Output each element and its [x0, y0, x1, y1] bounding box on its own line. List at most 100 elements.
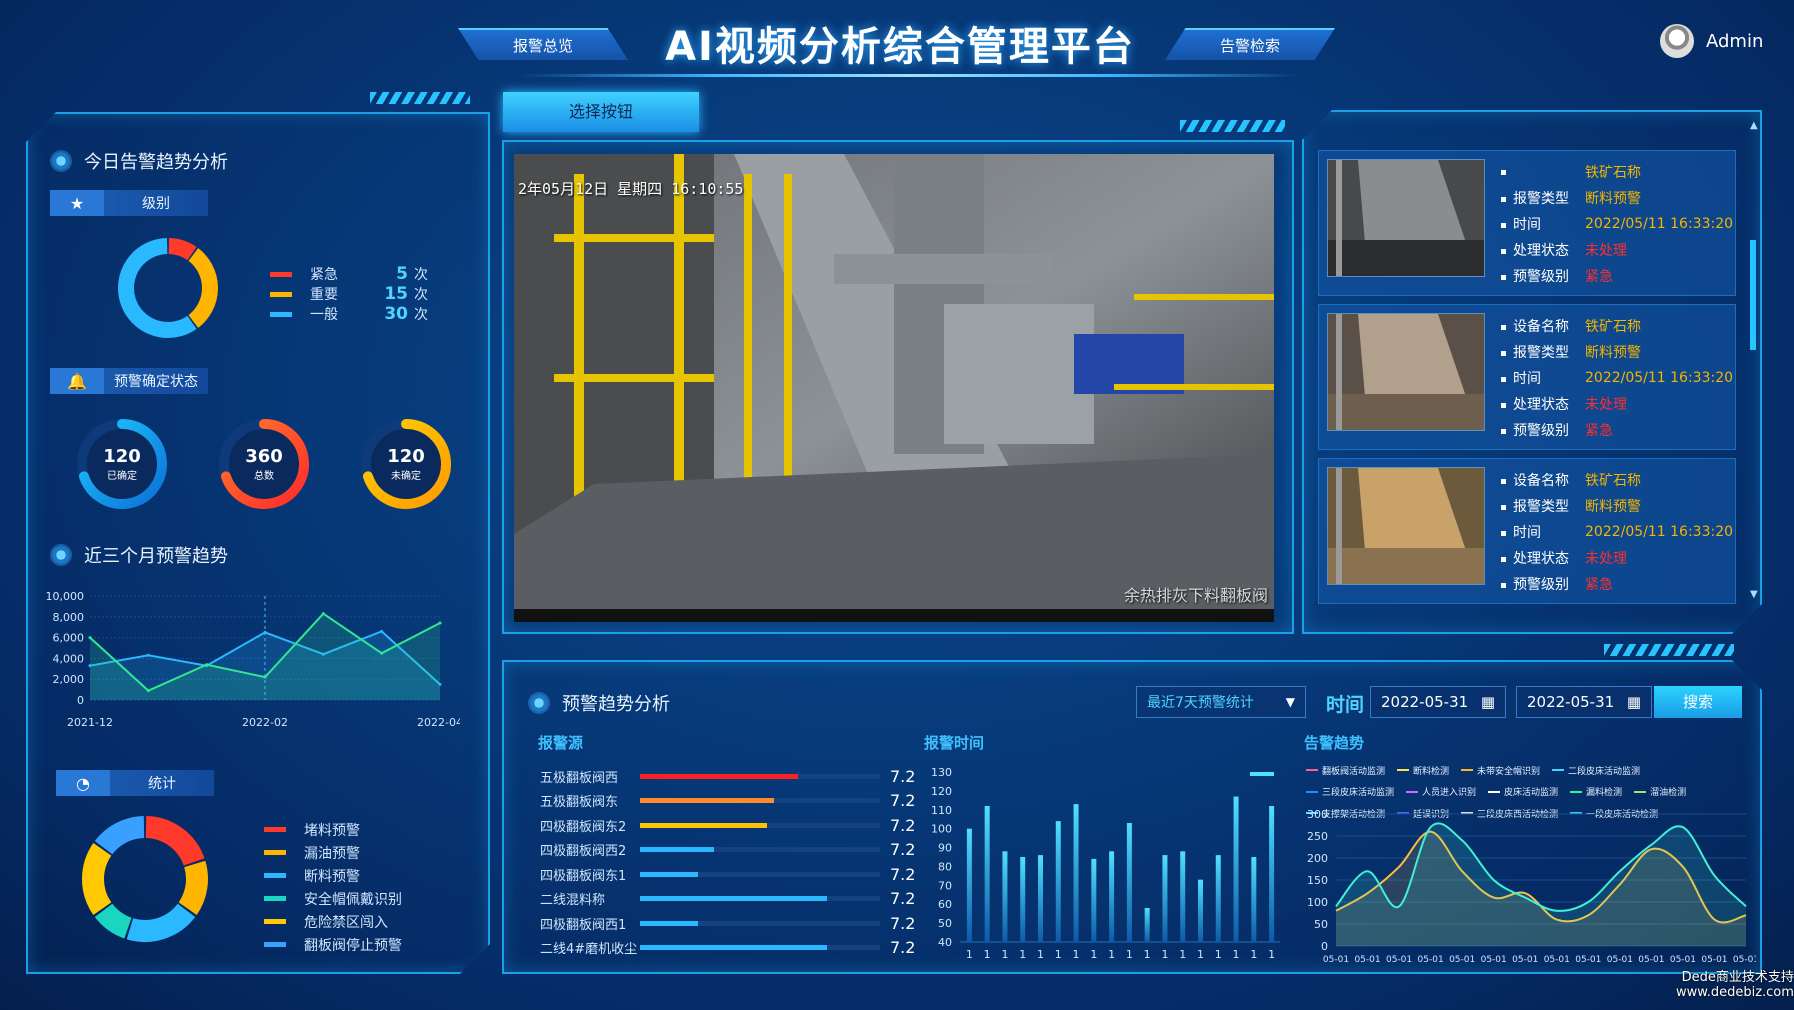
trend-legend-item[interactable]: 皮床活动监测	[1488, 784, 1558, 799]
x-tick-label: 05-01	[1323, 955, 1349, 965]
user-menu[interactable]: Admin	[1660, 24, 1763, 58]
y-tick-label: 2,000	[53, 673, 85, 686]
scroll-indicator	[1250, 772, 1274, 776]
x-tick-label: 05-01	[1733, 955, 1756, 965]
trend-legend-item[interactable]: 未带安全帽识别	[1461, 763, 1540, 778]
y-tick-label: 130	[931, 766, 952, 779]
x-tick-label: 1	[1215, 948, 1222, 961]
date-from-input[interactable]: 2022-05-31 ▦	[1370, 686, 1506, 718]
alarm-card[interactable]: 设备名称 铁矿石称 报警类型 断料预警 时间 2022/05/11 16:33:20 处理状…	[1318, 304, 1736, 450]
x-tick-label: 1	[1250, 948, 1257, 961]
y-tick-label: 150	[1307, 874, 1328, 887]
decor-stripe	[370, 92, 470, 104]
source-bar-track	[640, 945, 880, 950]
alarm-field-key: 设备名称	[1501, 316, 1585, 336]
source-bar-track	[640, 871, 880, 877]
alarm-field: 时间 2022/05/11 16:33:20	[1501, 365, 1733, 391]
y-tick-label: 70	[938, 879, 952, 892]
alarm-field-value: 2022/05/11 16:33:20	[1585, 216, 1734, 232]
legend-swatch	[264, 942, 286, 947]
stats-donut-slice	[82, 843, 112, 915]
source-bar-fill	[640, 896, 828, 901]
range-select[interactable]: 最近7天预警统计 ▼	[1136, 686, 1306, 718]
bar	[1269, 806, 1275, 942]
confirm-subbar: 🔔 预警确定状态	[50, 368, 208, 394]
source-name: 四极翻板阀东1	[540, 868, 627, 884]
alarm-field: 处理状态 未处理	[1501, 545, 1733, 571]
stats-legend: 堵料预警 漏油预警 断料预警 安全帽佩戴识别 危险禁区闯入 翻板阀停止预警	[264, 818, 402, 956]
x-tick-label: 05-01	[1418, 955, 1444, 965]
search-button[interactable]: 搜索	[1654, 686, 1742, 718]
alarm-card[interactable]: 设备名称 铁矿石称 报警类型 断料预警 时间 2022/05/11 16:33:20 处理状…	[1318, 458, 1736, 604]
legend-label: 溜油检测	[1650, 788, 1687, 798]
alarm-trend-chart: 300 250 200 150 100 50 0 05-01 05-01 05-01 05-01 05…	[1307, 808, 1756, 965]
alarm-card[interactable]: 铁矿石称 报警类型 断料预警 时间 2022/05/11 16:33:20 处理状态 未处理…	[1318, 150, 1736, 296]
alarm-thumbnail[interactable]	[1327, 313, 1485, 431]
alarm-source-title: 报警源	[538, 734, 584, 752]
nav-alarm-search[interactable]: 告警检索	[1165, 28, 1335, 60]
source-bar-fill	[640, 920, 698, 926]
source-bar-fill	[640, 945, 828, 950]
trend-legend-item[interactable]: 二段皮床活动监测	[1552, 763, 1640, 778]
legend-label: 断料检测	[1413, 766, 1450, 777]
legend-swatch	[1306, 790, 1318, 793]
bar	[1215, 855, 1221, 942]
y-tick-label: 300	[1307, 808, 1328, 821]
y-tick-label: 60	[938, 898, 952, 911]
y-tick-label: 10,000	[46, 590, 85, 603]
bar	[1091, 858, 1097, 942]
source-bar-track	[640, 920, 880, 926]
bell-icon: 🔔	[50, 368, 104, 394]
alarm-fields: 设备名称 铁矿石称 报警类型 断料预警 时间 2022/05/11 16:33:20 处理状…	[1501, 313, 1733, 443]
legend-swatch	[1406, 790, 1419, 793]
x-tick-label: 05-01	[1607, 955, 1633, 965]
level-unit: 次	[414, 307, 428, 323]
date-to-input[interactable]: 2022-05-31 ▦	[1516, 686, 1652, 718]
legend-label: 皮床活动监测	[1504, 788, 1559, 798]
alarm-thumbnail[interactable]	[1327, 467, 1485, 585]
legend-swatch	[1570, 790, 1583, 793]
y-tick-label: 0	[1321, 940, 1328, 953]
stats-item-name: 安全帽佩戴识别	[304, 891, 402, 908]
trend-legend-item[interactable]: 翻板阀活动监测	[1306, 763, 1385, 778]
alarm-field-value: 断料预警	[1585, 345, 1641, 361]
trend-legend-item[interactable]: 断料检测	[1397, 763, 1449, 778]
x-tick-label: 1	[1233, 948, 1240, 961]
alarm-field: 设备名称 铁矿石称	[1501, 313, 1733, 339]
user-name: Admin	[1706, 30, 1764, 52]
select-button[interactable]: 选择按钮	[503, 92, 699, 132]
ring-label: 总数	[254, 471, 274, 482]
level-name: 紧急	[310, 267, 338, 283]
alarm-source-row: 五极翻板阀西 7.2	[540, 766, 915, 786]
stats-item-name: 危险禁区闯入	[304, 914, 388, 931]
source-bar-track	[640, 847, 880, 852]
trend-legend-item[interactable]: 三段皮床活动监测	[1306, 784, 1394, 799]
source-value: 7.2	[890, 864, 916, 884]
alarm-field-key	[1501, 164, 1585, 180]
alarm-scrollbar[interactable]: ▲ ▼	[1748, 120, 1758, 600]
header-underline	[520, 74, 1300, 77]
alarm-field-key: 时间	[1501, 214, 1585, 234]
alarm-field-key: 处理状态	[1501, 548, 1585, 568]
y-tick-label: 40	[938, 936, 952, 949]
level-legend-item: 紧急 5 次	[270, 264, 428, 284]
today-trend-title: 今日告警趋势分析	[50, 148, 228, 174]
alarm-fields: 设备名称 铁矿石称 报警类型 断料预警 时间 2022/05/11 16:33:20 处理状…	[1501, 467, 1733, 597]
data-point	[380, 629, 384, 633]
source-bar-fill	[640, 871, 698, 877]
y-tick-label: 50	[1314, 918, 1328, 931]
x-tick-label: 1	[1073, 948, 1080, 961]
trend-legend-item[interactable]: 漏料检测	[1570, 784, 1622, 799]
source-name: 四极翻板阀东2	[540, 819, 627, 835]
stats-item-name: 漏油预警	[304, 845, 360, 862]
trend-legend-item[interactable]: 溜油检测	[1634, 784, 1686, 799]
alarm-field: 预警级别 紧急	[1501, 571, 1733, 597]
trend-legend-item[interactable]: 人员进入识别	[1406, 784, 1476, 799]
source-value: 7.2	[890, 791, 916, 810]
alarm-thumbnail[interactable]	[1327, 159, 1485, 277]
alarm-field-key: 处理状态	[1501, 394, 1585, 414]
stats-legend-item: 堵料预警	[264, 818, 402, 841]
alarm-field-value: 2022/05/11 16:33:20	[1585, 370, 1734, 386]
legend-label: 翻板阀活动监测	[1322, 766, 1386, 777]
video-feed[interactable]: 2年05月12日 星期四 16:10:55 余热排灰下料翻板阀	[514, 154, 1274, 622]
